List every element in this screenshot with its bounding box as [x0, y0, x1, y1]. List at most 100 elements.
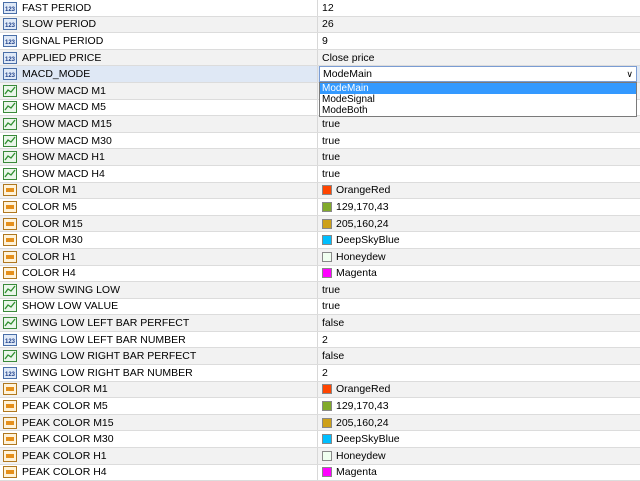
property-name-cell: SHOW SWING LOW — [0, 282, 318, 298]
property-value: true — [322, 117, 341, 130]
property-value-cell[interactable]: Honeydew — [318, 448, 640, 464]
property-value-cell[interactable]: 129,170,43 — [318, 199, 640, 215]
property-value: OrangeRed — [336, 383, 391, 396]
color-swatch[interactable] — [322, 268, 332, 279]
property-row[interactable]: SHOW LOW VALUE true — [0, 298, 640, 316]
property-value-cell[interactable]: DeepSkyBlue — [318, 431, 640, 447]
property-value: true — [322, 300, 341, 313]
property-value-cell[interactable]: true — [318, 282, 640, 298]
svg-text:123: 123 — [5, 23, 16, 29]
property-name-cell: SWING LOW RIGHT BAR PERFECT — [0, 348, 318, 365]
property-value-cell[interactable]: 129,170,43 — [318, 398, 640, 414]
color-swatch[interactable] — [322, 235, 332, 246]
property-row[interactable]: SHOW MACD M15 true — [0, 116, 640, 133]
property-value-cell[interactable]: OrangeRed — [318, 183, 640, 199]
boolean-chart-icon — [2, 350, 18, 363]
color-swatch[interactable] — [322, 218, 332, 229]
property-row[interactable]: 123 SWING LOW LEFT BAR NUMBER 2 — [0, 331, 640, 349]
property-value-cell[interactable]: true — [318, 133, 640, 149]
color-swatch[interactable] — [322, 251, 332, 262]
property-row[interactable]: COLOR H1 Honeydew — [0, 248, 640, 266]
dropdown-option[interactable]: ModeSignal — [320, 94, 636, 105]
property-row[interactable]: COLOR M15 205,160,24 — [0, 215, 640, 233]
property-value-cell[interactable]: 205,160,24 — [318, 216, 640, 232]
property-row[interactable]: SWING LOW RIGHT BAR PERFECT false — [0, 348, 640, 366]
property-row[interactable]: SHOW SWING LOW true — [0, 282, 640, 299]
property-value-cell[interactable]: Magenta — [318, 465, 640, 481]
macd-mode-dropdown-list[interactable]: ModeMain ModeSignal ModeBoth — [319, 82, 637, 117]
property-value-cell[interactable]: true — [318, 166, 640, 182]
property-row[interactable]: PEAK COLOR M30 DeepSkyBlue — [0, 431, 640, 449]
property-name-cell: SHOW MACD M5 — [0, 99, 318, 116]
property-value-cell[interactable]: true — [318, 116, 640, 132]
property-row[interactable]: PEAK COLOR H1 Honeydew — [0, 448, 640, 465]
property-row[interactable]: SWING LOW LEFT BAR PERFECT false — [0, 315, 640, 332]
property-row[interactable]: 123 APPLIED PRICE Close price — [0, 49, 640, 67]
property-value-cell[interactable]: false — [318, 348, 640, 364]
property-value: 129,170,43 — [336, 200, 389, 213]
property-value-cell[interactable]: 12 — [318, 0, 640, 16]
property-name: SHOW MACD H1 — [22, 151, 105, 164]
property-value-cell[interactable]: true — [318, 299, 640, 315]
property-row[interactable]: 123 MACD_MODE ModeMain ∨ — [0, 66, 640, 83]
property-name: FAST PERIOD — [22, 1, 92, 14]
property-value: DeepSkyBlue — [336, 433, 400, 446]
property-row[interactable]: COLOR M1 OrangeRed — [0, 182, 640, 200]
property-row[interactable]: PEAK COLOR M1 OrangeRed — [0, 381, 640, 399]
color-swatch[interactable] — [322, 401, 332, 412]
property-row[interactable]: SHOW MACD H1 true — [0, 149, 640, 166]
property-row[interactable]: COLOR M5 129,170,43 — [0, 199, 640, 216]
color-icon — [2, 217, 18, 230]
property-value: 205,160,24 — [336, 217, 389, 230]
property-name-cell: SHOW MACD M30 — [0, 132, 318, 149]
property-name: COLOR M1 — [22, 184, 77, 197]
numeric-123-icon: 123 — [2, 34, 18, 47]
property-value-cell[interactable]: OrangeRed — [318, 382, 640, 398]
property-value-cell[interactable]: 9 — [318, 33, 640, 49]
chevron-down-icon[interactable]: ∨ — [626, 69, 633, 80]
property-value-cell[interactable]: Magenta — [318, 266, 640, 282]
color-swatch[interactable] — [322, 450, 332, 461]
property-row[interactable]: 123 SWING LOW RIGHT BAR NUMBER 2 — [0, 365, 640, 382]
color-icon — [2, 449, 18, 462]
property-row[interactable]: PEAK COLOR M15 205,160,24 — [0, 414, 640, 432]
property-row[interactable]: SHOW MACD M30 true — [0, 132, 640, 150]
color-swatch[interactable] — [322, 467, 332, 478]
property-name-cell: 123 MACD_MODE — [0, 66, 318, 82]
property-row[interactable]: COLOR M30 DeepSkyBlue — [0, 232, 640, 249]
property-row[interactable]: 123 FAST PERIOD 12 — [0, 0, 640, 17]
color-swatch[interactable] — [322, 417, 332, 428]
color-swatch[interactable] — [322, 185, 332, 196]
dropdown-option[interactable]: ModeMain — [320, 83, 636, 94]
property-row[interactable]: PEAK COLOR H4 Magenta — [0, 464, 640, 481]
property-name-cell: 123 SWING LOW RIGHT BAR NUMBER — [0, 365, 318, 381]
property-name: PEAK COLOR M15 — [22, 416, 114, 429]
property-value-cell[interactable]: true — [318, 149, 640, 165]
color-swatch[interactable] — [322, 384, 332, 395]
color-swatch[interactable] — [322, 434, 332, 445]
property-row[interactable]: SHOW MACD H4 true — [0, 165, 640, 183]
property-name: COLOR H4 — [22, 267, 76, 280]
property-value-cell[interactable]: Close price — [318, 50, 640, 66]
color-swatch[interactable] — [322, 201, 332, 212]
property-value-cell[interactable]: 26 — [318, 17, 640, 33]
property-value-cell[interactable]: DeepSkyBlue — [318, 232, 640, 248]
property-value-cell[interactable]: 2 — [318, 332, 640, 348]
property-value: 2 — [322, 333, 328, 346]
property-value-cell[interactable]: false — [318, 315, 640, 331]
property-row[interactable]: 123 SIGNAL PERIOD 9 — [0, 33, 640, 50]
macd-mode-select[interactable]: ModeMain ∨ — [319, 66, 637, 83]
boolean-chart-icon — [2, 117, 18, 130]
property-value-cell[interactable]: 2 — [318, 365, 640, 381]
color-icon — [2, 234, 18, 247]
property-row[interactable]: PEAK COLOR M5 129,170,43 — [0, 398, 640, 415]
color-icon — [2, 200, 18, 213]
property-value-cell[interactable]: 205,160,24 — [318, 415, 640, 431]
property-value-cell[interactable]: Honeydew — [318, 249, 640, 265]
property-value: false — [322, 350, 345, 363]
property-row[interactable]: COLOR H4 Magenta — [0, 265, 640, 283]
dropdown-option[interactable]: ModeBoth — [320, 105, 636, 116]
property-name-cell: COLOR M30 — [0, 232, 318, 248]
property-row[interactable]: 123 SLOW PERIOD 26 — [0, 16, 640, 34]
property-name: SHOW MACD M30 — [22, 134, 112, 147]
